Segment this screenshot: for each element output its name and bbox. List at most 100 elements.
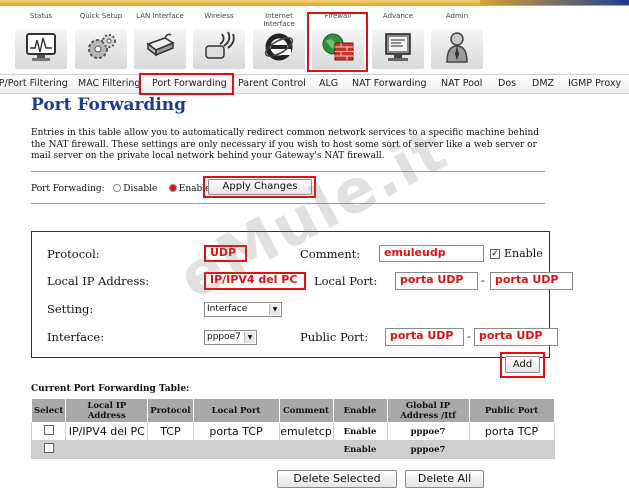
nav-internet-interface[interactable]: Internet Interface [250,12,308,74]
disable-label: Disable [123,184,158,194]
nav-status-label: Status [29,12,53,20]
page-description: Entries in this table allow you to autom… [31,128,540,161]
cell-local-port: porta TCP [192,422,280,441]
page-title: Port Forwarding [31,95,187,115]
setting-select[interactable]: Interface ▼ [204,302,282,317]
tab-igmp-proxy[interactable]: IGMP Proxy [568,78,621,89]
table-header-row: Select Local IP Address Protocol Local P… [30,398,555,423]
setting-select-value: Interface [207,304,248,314]
local-ip-input[interactable]: IP/IPV4 del PC [204,272,306,290]
row-select-checkbox[interactable] [43,425,54,435]
protocol-label: Protocol: [47,247,100,261]
chevron-down-icon: ▼ [244,332,255,343]
col-protocol: Protocol [147,398,194,423]
nav-internet-interface-label: Internet Interface [263,12,295,28]
nav-quick-setup[interactable]: Quick Setup [72,12,130,74]
table-row: Enable pppoe7 [30,440,555,459]
network-drive-icon [146,33,175,57]
interface-select[interactable]: pppoe7 ▼ [204,330,257,345]
interface-label: Interface: [47,330,105,344]
tab-nat-pool[interactable]: NAT Pool [441,78,482,89]
top-strip-gradient [480,0,629,5]
local-port-dash: - [481,274,485,287]
sub-navigation-bar: IP/Port Filtering MAC Filtering Port For… [0,74,629,94]
nav-admin[interactable]: Admin [428,12,486,74]
tab-dmz[interactable]: DMZ [532,78,554,89]
cell-local-port [192,440,280,459]
cell-public-port [468,440,555,459]
cell-public-port: porta TCP [468,422,555,441]
nav-quick-setup-label: Quick Setup [79,12,123,20]
tab-nat-forwarding[interactable]: NAT Forwarding [352,78,427,89]
interface-select-value: pppoe7 [207,332,241,342]
row-select-cell [30,422,67,441]
col-local-port: Local Port [192,398,280,423]
setting-label: Setting: [47,302,94,316]
icon-navigation-bar: Status Quick Setup LAN Interface Wireles… [0,6,629,74]
delete-selected-button[interactable]: Delete Selected [277,470,397,488]
local-port-to-input[interactable]: porta UDP [490,272,573,290]
col-global-ip: Global IP Address /Itf [386,398,470,423]
comment-input[interactable]: emuleudp [379,245,484,262]
nav-status[interactable]: Status [12,12,70,74]
col-comment: Comment [278,398,334,423]
port-forwarding-label: Port Forwading: [31,184,105,194]
col-enable: Enable [332,398,388,423]
tab-mac-filtering[interactable]: MAC Filtering [78,78,140,89]
nav-lan-interface-label: LAN Interface [136,12,184,20]
port-forwarding-tab-highlight [139,73,234,95]
comment-label: Comment: [300,247,361,261]
port-forwarding-toggle-row: Port Forwading: Disable Enable [31,184,210,194]
tab-alg[interactable]: ALG [319,78,338,89]
cell-global-ip: pppoe7 [386,440,470,459]
public-port-to-input[interactable]: porta UDP [474,328,558,346]
tab-dos[interactable]: Dos [498,78,516,89]
tab-ip-port-filtering[interactable]: IP/Port Filtering [0,78,68,89]
local-port-from-input[interactable]: porta UDP [395,272,478,290]
divider [31,203,545,204]
cell-local-ip [65,440,149,459]
delete-all-button[interactable]: Delete All [405,470,484,488]
cell-protocol [147,440,194,459]
cell-enable: Enable [332,422,388,441]
enable-checkbox-label: Enable [504,247,543,260]
nav-admin-label: Admin [445,12,469,20]
divider [31,171,545,172]
protocol-select[interactable]: UDP [204,245,247,262]
nav-wireless-label: Wireless [204,12,234,20]
nav-advance-label: Advance [382,12,414,20]
nav-firewall[interactable]: Firewall [309,12,367,74]
nav-wireless[interactable]: Wireless [190,12,248,74]
cell-comment [278,440,334,459]
table-title: Current Port Forwarding Table: [31,384,190,394]
nav-lan-interface[interactable]: LAN Interface [131,12,189,74]
chevron-down-icon: ▼ [269,304,280,315]
cell-local-ip: IP/IPV4 del PC [65,422,149,441]
gears-icon [88,34,116,59]
firewall-globe-icon [322,33,354,61]
nav-advance[interactable]: Advance [369,12,427,74]
tab-parent-control[interactable]: Parent Control [238,78,306,89]
status-monitor-icon [26,33,56,61]
cell-global-ip: pppoe7 [386,422,470,441]
wireless-icon [205,31,235,59]
row-select-checkbox[interactable] [43,443,54,453]
nav-firewall-label: Firewall [324,12,352,20]
public-port-from-input[interactable]: porta UDP [385,328,464,346]
advance-monitor-icon [385,33,411,61]
disable-radio[interactable] [113,184,122,192]
cell-comment: emuletcp [278,422,334,441]
apply-changes-button[interactable]: Apply Changes [208,179,312,195]
add-button[interactable]: Add [505,356,540,373]
cell-protocol: TCP [147,422,194,441]
cell-enable: Enable [332,440,388,459]
public-port-label: Public Port: [300,330,369,344]
enable-checkbox[interactable]: ✓ [490,249,500,259]
col-local-ip: Local IP Address [65,398,149,423]
enable-radio[interactable] [168,184,177,192]
internet-explorer-icon [264,33,294,61]
table-row: IP/IPV4 del PC TCP porta TCP emuletcp En… [30,422,555,441]
row-select-cell [30,440,67,459]
admin-user-icon [446,32,468,63]
local-port-label: Local Port: [314,274,378,288]
